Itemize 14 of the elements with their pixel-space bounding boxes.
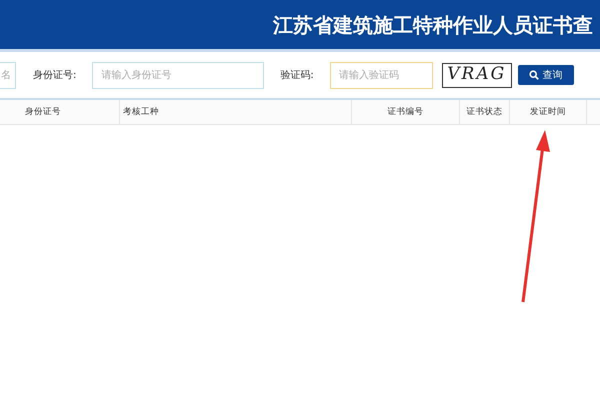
captcha-input[interactable]: 请输入验证码 — [330, 62, 433, 88]
page-title: 江苏省建筑施工特种作业人员证书查 — [273, 14, 593, 34]
column-header: 发证时间 — [530, 106, 566, 118]
column-header: 证书状态 — [466, 106, 502, 118]
search-button[interactable]: 查询 — [518, 65, 574, 85]
column-header: 考核工种 — [123, 106, 159, 118]
field-label: 身份证号: — [33, 68, 76, 82]
input-field[interactable]: 请输入身份证号 — [92, 62, 264, 88]
captcha-image[interactable]: VRAG — [442, 62, 512, 88]
column-header: 身份证号 — [25, 106, 61, 118]
input-field[interactable]: 名 — [0, 62, 16, 88]
field-label: 验证码: — [280, 68, 314, 82]
column-header: 证书编号 — [388, 106, 424, 118]
search-icon — [529, 70, 540, 80]
